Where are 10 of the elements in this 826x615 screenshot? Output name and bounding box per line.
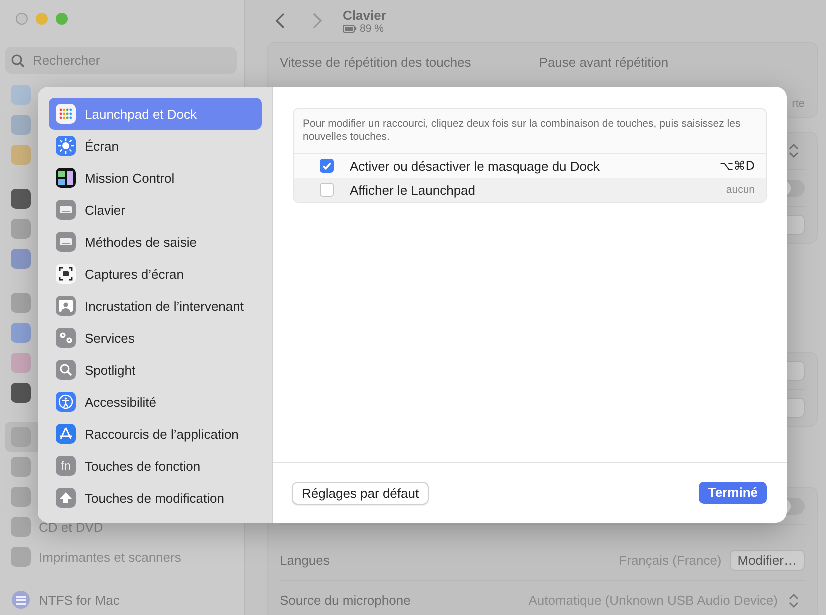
setting-label: Langues — [280, 553, 330, 568]
battery-level: 89 % — [360, 22, 384, 34]
shortcut-label: Afficher le Launchpad — [350, 182, 476, 198]
setting-label: Vitesse de répétition des touches — [280, 55, 472, 70]
shortcut-label: Activer ou désactiver le masquage du Dock — [350, 158, 600, 174]
setting-label: Pause avant répétition — [539, 55, 669, 70]
setting-label: Source du microphone — [280, 593, 411, 608]
window-title: Clavier — [343, 8, 386, 22]
info-text: Pour modifier un raccourci, cliquez deux fois sur la combinaison de touches, puis saisissez les nouvelles touches. — [294, 109, 766, 154]
fn-key-icon: fn — [56, 456, 76, 476]
